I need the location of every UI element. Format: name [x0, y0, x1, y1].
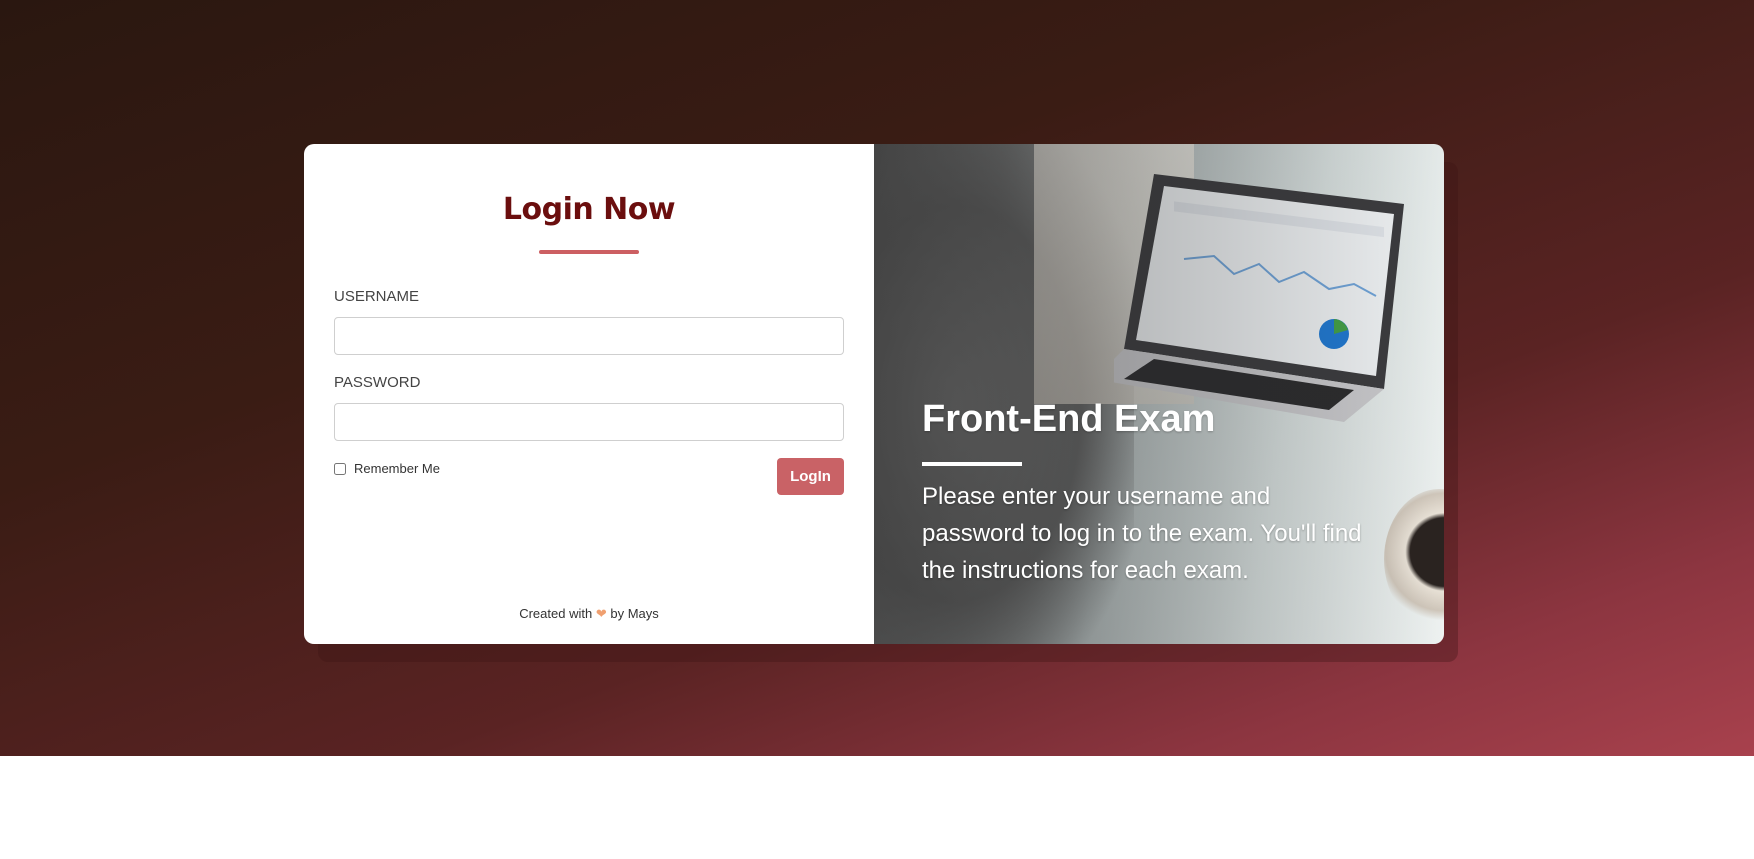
remember-me: Remember Me [334, 461, 440, 476]
username-input[interactable] [334, 317, 844, 355]
promo-underline [922, 462, 1022, 466]
footer-prefix: Created with [519, 606, 593, 621]
title-underline [539, 250, 639, 254]
footer-credit: Created with ❤ by Mays [304, 606, 874, 622]
login-title: Login Now [502, 192, 676, 227]
login-card: Login Now USERNAME PASSWORD Remember Me … [304, 144, 1444, 644]
username-label: USERNAME [334, 288, 420, 305]
password-label: PASSWORD [334, 374, 421, 391]
footer-suffix: by Mays [610, 606, 659, 621]
login-button[interactable]: LogIn [777, 458, 844, 495]
heart-icon: ❤ [595, 606, 607, 621]
promo-panel: Front-End Exam Please enter your usernam… [874, 144, 1444, 644]
login-panel: Login Now USERNAME PASSWORD Remember Me … [304, 144, 874, 644]
remember-me-checkbox[interactable] [334, 462, 346, 475]
promo-description: Please enter your username and password … [922, 483, 1362, 584]
password-input[interactable] [334, 403, 844, 441]
remember-me-label: Remember Me [354, 461, 440, 476]
promo-title: Front-End Exam [922, 398, 1216, 440]
